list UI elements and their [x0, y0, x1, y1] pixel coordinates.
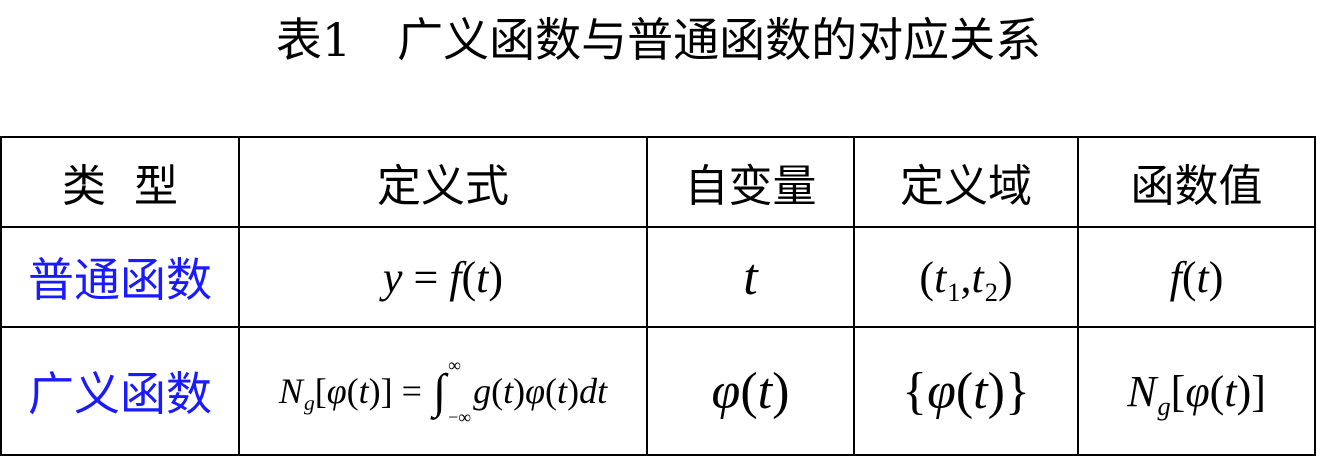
row-label-ordinary: 普通函数	[0, 226, 240, 328]
formula-generalized-definition: Ng[φ(t)] = ∫ ∞ −∞ g(t)φ(t)dt	[278, 355, 608, 428]
table-title: 表1 广义函数与普通函数的对应关系	[275, 13, 1042, 67]
formula-generalized-value: Ng[φ(t)]	[1127, 366, 1266, 421]
formula-ordinary-value: f(t)	[1169, 252, 1224, 302]
formula-ordinary-definition: y = f(t)	[382, 252, 504, 302]
header-type: 类 型	[0, 136, 240, 228]
cell-generalized-definition: Ng[φ(t)] = ∫ ∞ −∞ g(t)φ(t)dt	[238, 326, 648, 456]
table-row-generalized: 广义函数 Ng[φ(t)] = ∫ ∞ −∞ g(t)φ(t)dt φ(t) {φ(t…	[0, 326, 1316, 456]
formula-generalized-domain: {φ(t)}	[902, 362, 1030, 420]
cell-generalized-variable: φ(t)	[646, 326, 855, 456]
cell-generalized-domain: {φ(t)}	[853, 326, 1079, 456]
relation-table: 类 型 定义式 自变量 定义域 函数值 普通函数 y = f(t) t (t1,…	[0, 136, 1316, 456]
formula-generalized-variable: φ(t)	[711, 362, 790, 420]
header-variable: 自变量	[646, 136, 855, 228]
table-row-ordinary: 普通函数 y = f(t) t (t1,t2) f(t)	[0, 226, 1316, 328]
formula-ordinary-domain: (t1,t2)	[919, 252, 1013, 307]
cell-ordinary-domain: (t1,t2)	[853, 226, 1079, 328]
cell-ordinary-definition: y = f(t)	[238, 226, 648, 328]
header-domain: 定义域	[853, 136, 1079, 228]
header-value: 函数值	[1077, 136, 1316, 228]
header-definition: 定义式	[238, 136, 648, 228]
formula-ordinary-variable: t	[743, 248, 758, 306]
header-row: 类 型 定义式 自变量 定义域 函数值	[0, 136, 1316, 228]
cell-generalized-value: Ng[φ(t)]	[1077, 326, 1316, 456]
row-label-generalized: 广义函数	[0, 326, 240, 456]
cell-ordinary-variable: t	[646, 226, 855, 328]
cell-ordinary-value: f(t)	[1077, 226, 1316, 328]
